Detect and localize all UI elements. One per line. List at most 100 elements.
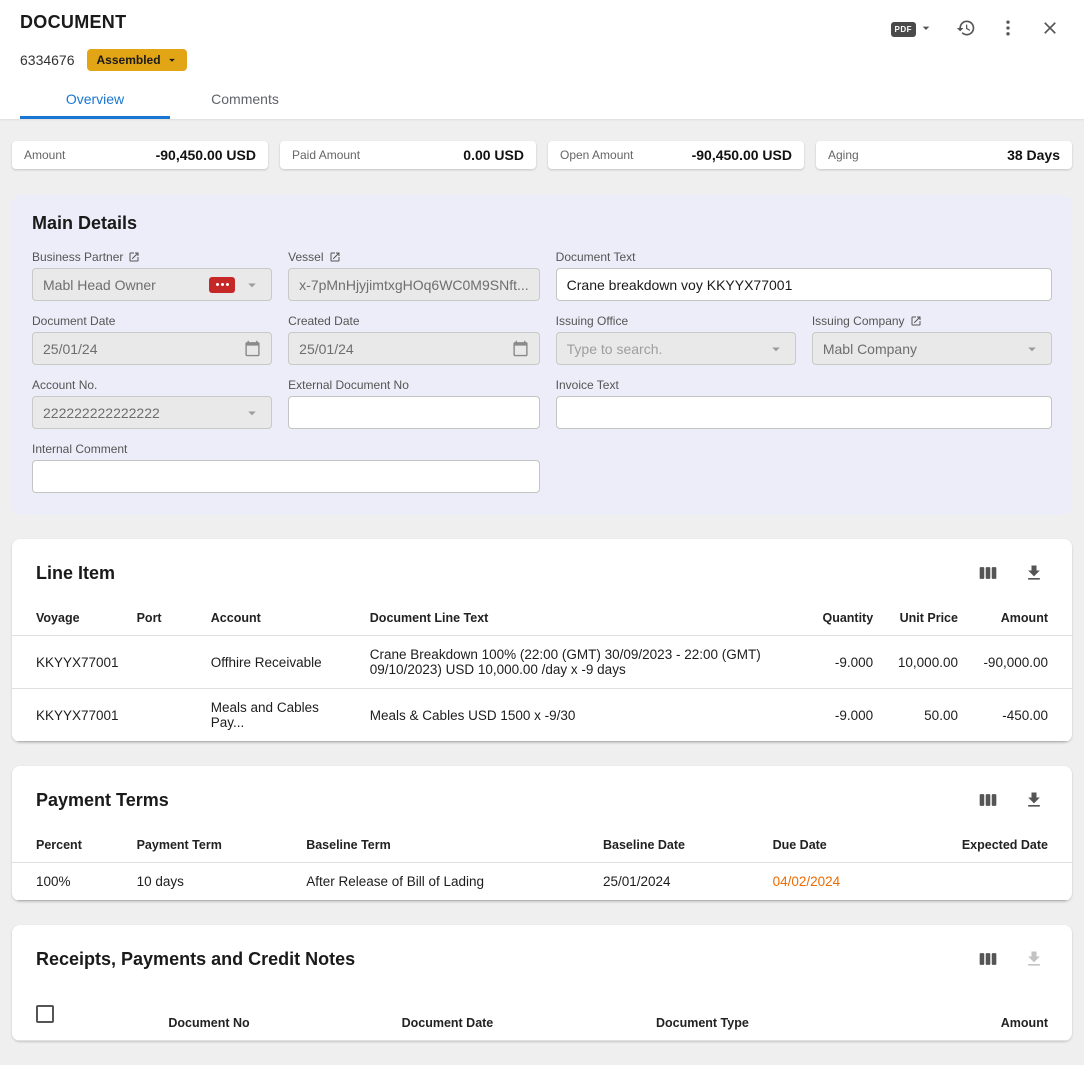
external-document-no-input[interactable] — [288, 396, 540, 429]
tab-comments[interactable]: Comments — [170, 81, 320, 119]
cell-quantity: -9.000 — [786, 689, 881, 742]
table-row[interactable]: KKYYX77001 Offhire Receivable Crane Brea… — [12, 636, 1072, 689]
external-link-icon[interactable] — [329, 251, 341, 263]
summary-value: 0.00 USD — [463, 147, 524, 163]
cell-line-text: Meals & Cables USD 1500 x -9/30 — [362, 689, 786, 742]
created-date-value: 25/01/24 — [299, 341, 512, 357]
field-document-text: Document Text — [556, 250, 1052, 301]
field-vessel: Vessel x-7pMnHjyjimtxgHOq6WC0M9SNft... — [288, 250, 540, 301]
line-item-table: Voyage Port Account Document Line Text Q… — [12, 601, 1072, 742]
download-icon — [1024, 563, 1044, 583]
close-button[interactable] — [1036, 14, 1064, 45]
issuing-office-select[interactable]: Type to search. — [556, 332, 796, 365]
download-button-disabled — [1020, 945, 1048, 973]
column-header: Unit Price — [881, 601, 966, 636]
pdf-export-button[interactable]: PDF — [887, 16, 939, 43]
column-settings-button[interactable] — [974, 945, 1002, 973]
select-all-checkbox[interactable] — [36, 1005, 54, 1023]
status-badge[interactable]: Assembled — [87, 49, 187, 71]
select-all-header — [12, 987, 160, 1041]
field-label: Issuing Company — [812, 314, 905, 328]
summary-label: Aging — [828, 148, 859, 162]
field-label: Created Date — [288, 314, 359, 328]
external-link-icon[interactable] — [910, 315, 922, 327]
field-label: Business Partner — [32, 250, 123, 264]
document-date-input[interactable]: 25/01/24 — [32, 332, 272, 365]
field-document-date: Document Date 25/01/24 — [32, 314, 272, 365]
field-label: Document Date — [32, 314, 115, 328]
cell-account: Meals and Cables Pay... — [203, 689, 362, 742]
column-header: Document Line Text — [362, 601, 786, 636]
field-label: Invoice Text — [556, 378, 619, 392]
summary-label: Paid Amount — [292, 148, 360, 162]
issuing-company-select[interactable]: Mabl Company — [812, 332, 1052, 365]
chevron-down-icon — [767, 340, 785, 358]
summary-card-aging: Aging 38 Days — [816, 141, 1072, 169]
field-created-date: Created Date 25/01/24 — [288, 314, 540, 365]
summary-value: 38 Days — [1007, 147, 1060, 163]
cell-amount: -90,000.00 — [966, 636, 1072, 689]
columns-icon — [978, 949, 998, 969]
business-partner-value: Mabl Head Owner — [43, 277, 209, 293]
summary-label: Amount — [24, 148, 65, 162]
columns-icon — [978, 563, 998, 583]
column-settings-button[interactable] — [974, 559, 1002, 587]
more-options-button[interactable] — [994, 14, 1022, 45]
column-header: Document Type — [648, 987, 924, 1041]
cell-due-date: 04/02/2024 — [765, 863, 913, 901]
tab-overview[interactable]: Overview — [20, 81, 170, 119]
field-label: Internal Comment — [32, 442, 127, 456]
vessel-value: x-7pMnHjyjimtxgHOq6WC0M9SNft... — [299, 277, 529, 293]
payment-terms-table: Percent Payment Term Baseline Term Basel… — [12, 828, 1072, 901]
cell-expected-date — [913, 863, 1072, 901]
kebab-menu-icon — [998, 18, 1018, 41]
column-header: Baseline Date — [595, 828, 765, 863]
vessel-input[interactable]: x-7pMnHjyjimtxgHOq6WC0M9SNft... — [288, 268, 540, 301]
document-number: 6334676 — [20, 52, 75, 68]
table-row[interactable]: 100% 10 days After Release of Bill of La… — [12, 863, 1072, 901]
created-date-input[interactable]: 25/01/24 — [288, 332, 540, 365]
field-issuing-office: Issuing Office Type to search. — [556, 314, 796, 365]
column-header: Document Date — [394, 987, 648, 1041]
account-no-value: 222222222222222 — [43, 405, 243, 421]
page-title: DOCUMENT — [20, 12, 126, 33]
internal-comment-input[interactable] — [32, 460, 540, 493]
line-item-section: Line Item Voyage Port Account Document L… — [12, 539, 1072, 742]
column-header: Percent — [12, 828, 129, 863]
summary-card-amount: Amount -90,450.00 USD — [12, 141, 268, 169]
field-account-no: Account No. 222222222222222 — [32, 378, 272, 429]
chevron-down-icon — [243, 404, 261, 422]
download-button[interactable] — [1020, 559, 1048, 587]
field-internal-comment: Internal Comment — [32, 442, 540, 493]
download-button[interactable] — [1020, 786, 1048, 814]
issuing-office-placeholder: Type to search. — [567, 341, 767, 357]
chevron-down-icon — [918, 20, 934, 39]
chevron-down-icon — [1023, 340, 1041, 358]
summary-card-paid-amount: Paid Amount 0.00 USD — [280, 141, 536, 169]
table-row[interactable]: KKYYX77001 Meals and Cables Pay... Meals… — [12, 689, 1072, 742]
field-label: Vessel — [288, 250, 323, 264]
ellipsis-badge-icon — [209, 277, 235, 293]
receipts-section: Receipts, Payments and Credit Notes Docu… — [12, 925, 1072, 1041]
main-details-title: Main Details — [32, 213, 1052, 234]
payment-terms-section: Payment Terms Percent Payment Term Basel… — [12, 766, 1072, 901]
cell-voyage: KKYYX77001 — [12, 636, 129, 689]
issuing-company-value: Mabl Company — [823, 341, 1023, 357]
download-icon — [1024, 949, 1044, 969]
business-partner-select[interactable]: Mabl Head Owner — [32, 268, 272, 301]
external-link-icon[interactable] — [128, 251, 140, 263]
account-no-select[interactable]: 222222222222222 — [32, 396, 272, 429]
cell-baseline-date: 25/01/2024 — [595, 863, 765, 901]
summary-cards-row: Amount -90,450.00 USD Paid Amount 0.00 U… — [12, 141, 1072, 169]
column-header: Payment Term — [129, 828, 299, 863]
tab-bar: Overview Comments — [20, 81, 1064, 119]
cell-amount: -450.00 — [966, 689, 1072, 742]
document-text-input[interactable] — [556, 268, 1052, 301]
column-settings-button[interactable] — [974, 786, 1002, 814]
history-button[interactable] — [952, 14, 980, 45]
column-header: Account — [203, 601, 362, 636]
field-label: Account No. — [32, 378, 97, 392]
cell-payment-term: 10 days — [129, 863, 299, 901]
main-details-panel: Main Details Business Partner Mabl Head … — [12, 195, 1072, 515]
invoice-text-input[interactable] — [556, 396, 1052, 429]
